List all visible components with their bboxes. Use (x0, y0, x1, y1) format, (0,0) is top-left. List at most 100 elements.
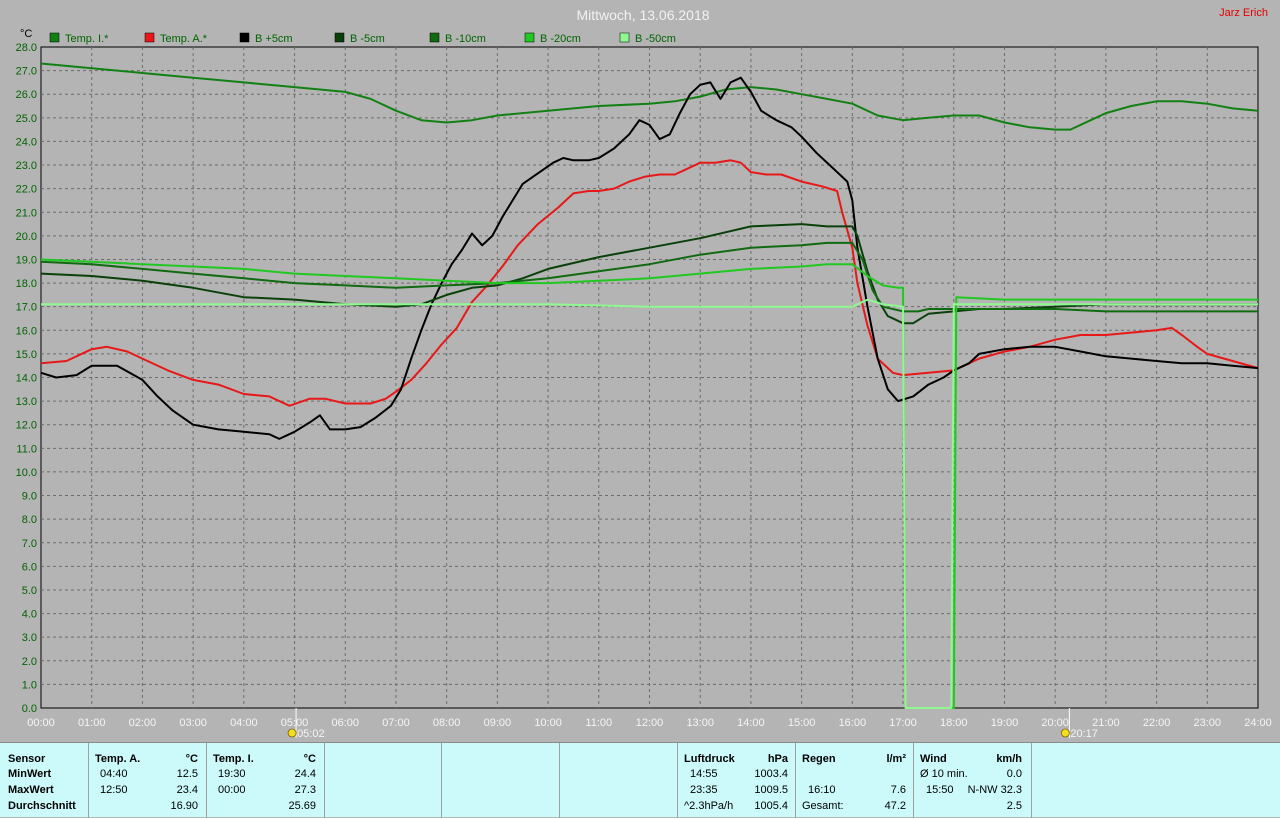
legend: Temp. I.* Temp. A.* B +5cm B -5cm B -10cm B -… (49, 32, 676, 45)
x-tick-label: 02:00 (129, 717, 157, 729)
y-tick-label: 21.0 (16, 207, 37, 219)
rain-total-label: Gesamt: (802, 800, 844, 812)
rain-unit: l/m² (886, 753, 906, 765)
x-tick-label: 07:00 (382, 717, 410, 729)
marker-label: 05:02 (297, 728, 325, 740)
legend-swatch (334, 32, 345, 43)
y-tick-label: 10.0 (16, 467, 37, 479)
legend-label: B -5cm (350, 33, 385, 45)
y-tick-label: 27.0 (16, 66, 37, 78)
x-tick-label: 04:00 (230, 717, 258, 729)
x-tick-label: 10:00 (534, 717, 562, 729)
y-tick-label: 6.0 (22, 561, 37, 573)
y-tick-label: 28.0 (16, 42, 37, 54)
wind-unit: km/h (996, 753, 1022, 765)
pressure-header: Luftdruck (684, 753, 735, 765)
y-tick-label: 14.0 (16, 373, 37, 385)
x-tick-label: 12:00 (636, 717, 664, 729)
y-tick-label: 3.0 (22, 632, 37, 644)
wind-header: Wind (920, 753, 947, 765)
pressure-min-value: 1003.4 (754, 768, 788, 780)
x-tick-label: 15:00 (788, 717, 816, 729)
temp-i-min-value: 24.4 (294, 768, 316, 780)
marker-label: 20:17 (1070, 728, 1098, 740)
x-tick-label: 20:00 (1041, 717, 1069, 729)
x-tick-label: 18:00 (940, 717, 968, 729)
min-label: MinWert (8, 768, 52, 780)
y-tick-label: 17.0 (16, 302, 37, 314)
y-tick-label: 26.0 (16, 89, 37, 101)
pressure-unit: hPa (767, 753, 788, 765)
y-tick-label: 7.0 (22, 538, 37, 550)
temperature-chart: Mittwoch, 13.06.2018 Jarz Erich °C Temp.… (16, 7, 1272, 740)
x-tick-label: 24:00 (1244, 717, 1272, 729)
max-label: MaxWert (8, 784, 54, 796)
y-tick-label: 0.0 (22, 703, 37, 715)
temp-a-max-time: 12:50 (100, 784, 128, 796)
y-tick-label: 12.0 (16, 420, 37, 432)
x-tick-label: 08:00 (433, 717, 461, 729)
y-tick-label: 16.0 (16, 325, 37, 337)
legend-swatch (619, 32, 630, 43)
y-tick-label: 4.0 (22, 609, 37, 621)
y-tick-label: 24.0 (16, 136, 37, 148)
temp-a-min-time: 04:40 (100, 768, 128, 780)
y-tick-label: 22.0 (16, 184, 37, 196)
legend-label: B -20cm (540, 33, 581, 45)
legend-swatch (524, 32, 535, 43)
pressure-trend: ^2.3hPa/h (684, 800, 734, 812)
temp-i-avg-value: 25.69 (288, 800, 316, 812)
x-tick-label: 23:00 (1194, 717, 1222, 729)
pressure-min-time: 14:55 (690, 768, 718, 780)
legend-label: B +5cm (255, 33, 293, 45)
rain-header: Regen (802, 753, 836, 765)
x-tick-label: 17:00 (889, 717, 917, 729)
temp-a-min-value: 12.5 (176, 768, 198, 780)
legend-label: B -10cm (445, 33, 486, 45)
x-tick-label: 00:00 (27, 717, 55, 729)
pressure-max-time: 23:35 (690, 784, 718, 796)
y-unit-label: °C (20, 28, 32, 40)
rain-total-value: 47.2 (884, 800, 906, 812)
y-tick-label: 11.0 (16, 443, 37, 455)
pressure-max-value: 1009.5 (754, 784, 788, 796)
sunset-icon (1060, 728, 1070, 738)
legend-swatch (49, 32, 60, 43)
y-tick-label: 5.0 (22, 585, 37, 597)
rain-max-time: 16:10 (808, 784, 836, 796)
x-tick-label: 19:00 (991, 717, 1019, 729)
sunrise-icon (287, 728, 297, 738)
wind-mean-value: 2.5 (1006, 800, 1022, 812)
x-tick-label: 14:00 (737, 717, 765, 729)
y-tick-label: 19.0 (16, 254, 37, 266)
x-tick-label: 06:00 (331, 717, 359, 729)
x-tick-label: 13:00 (686, 717, 714, 729)
chart-title: Mittwoch, 13.06.2018 (576, 7, 709, 23)
legend-swatch (239, 32, 250, 43)
legend-swatch (429, 32, 440, 43)
legend-swatch (144, 32, 155, 43)
y-tick-label: 1.0 (22, 679, 37, 691)
temp-i-header: Temp. I. (213, 753, 254, 765)
rain-max-value: 7.6 (890, 784, 906, 796)
sensor-header: Sensor (8, 753, 46, 765)
temp-i-max-value: 27.3 (294, 784, 316, 796)
x-tick-label: 03:00 (179, 717, 207, 729)
x-tick-label: 09:00 (484, 717, 512, 729)
wind-max-value: N-NW 32.3 (967, 784, 1022, 796)
y-tick-label: 9.0 (22, 491, 37, 503)
temp-i-max-time: 00:00 (218, 784, 246, 796)
wind-avg-value: 0.0 (1006, 768, 1022, 780)
temp-a-unit: °C (185, 753, 198, 765)
avg-label: Durchschnitt (8, 800, 76, 812)
y-tick-label: 15.0 (16, 349, 37, 361)
x-tick-label: 22:00 (1143, 717, 1171, 729)
x-tick-label: 16:00 (839, 717, 867, 729)
stats-panel: Sensor MinWert MaxWert Durchschnitt Temp… (0, 742, 1280, 818)
temp-a-avg-value: 16.90 (170, 800, 198, 812)
wind-avg-label: Ø 10 min. (920, 768, 968, 780)
wind-max-time: 15:50 (926, 784, 954, 796)
legend-label: B -50cm (635, 33, 676, 45)
legend-label: Temp. I.* (65, 33, 109, 45)
y-tick-label: 20.0 (16, 231, 37, 243)
